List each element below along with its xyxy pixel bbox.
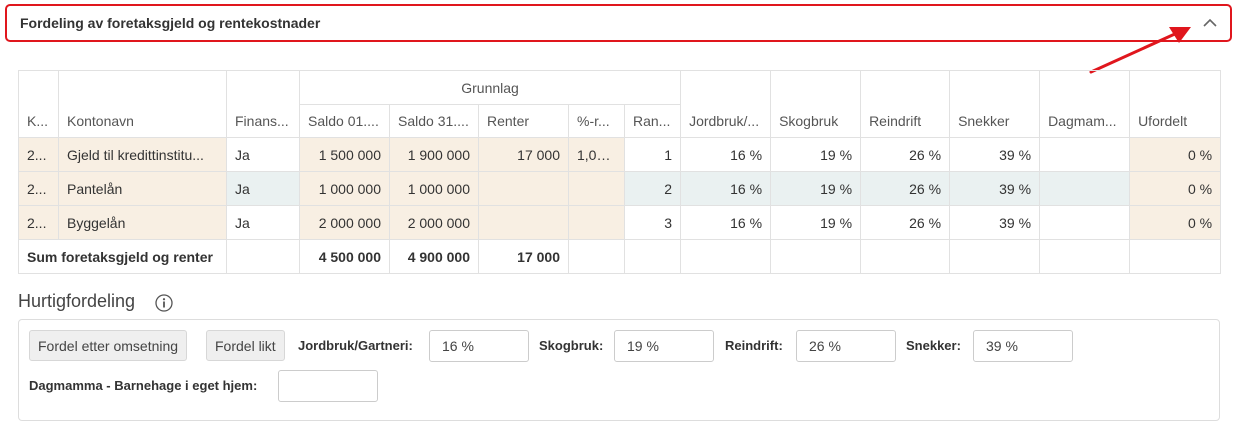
sum-dagmamma: [1039, 239, 1131, 274]
col-header-saldo31[interactable]: Saldo 31....: [389, 104, 479, 138]
cell-rangering[interactable]: 1: [623, 137, 682, 172]
cell-kontonavn: Pantelån: [58, 171, 227, 206]
col-header-saldo01[interactable]: Saldo 01....: [299, 104, 390, 138]
sum-skogbruk: [770, 239, 862, 274]
col-header-renter[interactable]: Renter: [478, 104, 569, 138]
fordel-likt-button[interactable]: Fordel likt: [206, 330, 285, 361]
cell-finans[interactable]: Ja: [226, 171, 300, 206]
sum-ufordelt: [1129, 239, 1222, 274]
snekker-input[interactable]: [973, 330, 1073, 362]
cell-reindrift[interactable]: 26 %: [860, 171, 951, 206]
cell-prosent-rente[interactable]: 1,00 %: [568, 137, 625, 172]
sum-saldo01: 4 500 000: [299, 239, 390, 274]
col-header-dagmamma[interactable]: Dagmam...: [1039, 70, 1131, 138]
cell-prosent-rente[interactable]: [568, 171, 625, 206]
skogbruk-label: Skogbruk:: [539, 338, 604, 353]
cell-dagmamma[interactable]: [1039, 171, 1131, 206]
cell-renter[interactable]: [478, 205, 569, 240]
reindrift-input[interactable]: [796, 330, 896, 362]
cell-konto: 2...: [18, 137, 59, 172]
cell-ufordelt: 0 %: [1129, 137, 1222, 172]
cell-saldo31[interactable]: 1 900 000: [389, 137, 479, 172]
col-header-rangering[interactable]: Ran...: [623, 104, 682, 138]
debt-distribution-table: K... Kontonavn Finans... Grunnlag Jordbr…: [18, 70, 1222, 274]
cell-kontonavn: Byggelån: [58, 205, 227, 240]
col-header-ufordelt[interactable]: Ufordelt: [1129, 70, 1222, 138]
hurtigfordeling-panel: Fordel etter omsetning Fordel likt Jordb…: [18, 319, 1220, 421]
cell-saldo31[interactable]: 1 000 000: [389, 171, 479, 206]
sum-rangering: [623, 239, 682, 274]
cell-prosent-rente[interactable]: [568, 205, 625, 240]
cell-skogbruk[interactable]: 19 %: [770, 171, 862, 206]
sum-jordbruk: [680, 239, 772, 274]
col-header-konto[interactable]: K...: [18, 70, 59, 138]
cell-rangering[interactable]: 3: [623, 205, 682, 240]
cell-ufordelt: 0 %: [1129, 205, 1222, 240]
sum-saldo31: 4 900 000: [389, 239, 479, 274]
cell-konto: 2...: [18, 171, 59, 206]
cell-finans[interactable]: Ja: [226, 137, 300, 172]
col-header-skogbruk[interactable]: Skogbruk: [770, 70, 862, 138]
reindrift-label: Reindrift:: [725, 338, 783, 353]
snekker-label: Snekker:: [906, 338, 961, 353]
cell-saldo31[interactable]: 2 000 000: [389, 205, 479, 240]
cell-saldo01[interactable]: 1 000 000: [299, 171, 390, 206]
cell-saldo01[interactable]: 1 500 000: [299, 137, 390, 172]
col-header-snekker[interactable]: Snekker: [949, 70, 1041, 138]
sum-snekker: [949, 239, 1041, 274]
col-header-finans[interactable]: Finans...: [226, 70, 300, 138]
dagmamma-label: Dagmamma - Barnehage i eget hjem:: [29, 378, 258, 393]
col-group-grunnlag: Grunnlag: [298, 70, 682, 105]
col-header-jordbruk[interactable]: Jordbruk/...: [680, 70, 772, 138]
dagmamma-input[interactable]: [278, 370, 378, 402]
cell-dagmamma[interactable]: [1039, 137, 1131, 172]
col-header-kontonavn[interactable]: Kontonavn: [58, 70, 227, 138]
sum-row: Sum foretaksgjeld og renter 4 500 000 4 …: [18, 239, 1222, 274]
table-row: 2... Gjeld til kredittinstitu... Ja 1 50…: [18, 137, 1222, 172]
cell-saldo01[interactable]: 2 000 000: [299, 205, 390, 240]
cell-jordbruk[interactable]: 16 %: [680, 137, 772, 172]
cell-konto: 2...: [18, 205, 59, 240]
col-header-prosent-rente[interactable]: %-r...: [568, 104, 625, 138]
sum-renter: 17 000: [478, 239, 569, 274]
cell-kontonavn: Gjeld til kredittinstitu...: [58, 137, 227, 172]
cell-snekker[interactable]: 39 %: [949, 137, 1041, 172]
cell-snekker[interactable]: 39 %: [949, 171, 1041, 206]
sum-label: Sum foretaksgjeld og renter: [18, 239, 227, 274]
cell-reindrift[interactable]: 26 %: [860, 205, 951, 240]
cell-snekker[interactable]: 39 %: [949, 205, 1041, 240]
section-header[interactable]: Fordeling av foretaksgjeld og rentekostn…: [5, 4, 1232, 42]
cell-jordbruk[interactable]: 16 %: [680, 205, 772, 240]
cell-finans[interactable]: Ja: [226, 205, 300, 240]
skogbruk-input[interactable]: [614, 330, 714, 362]
cell-dagmamma[interactable]: [1039, 205, 1131, 240]
sum-reindrift: [860, 239, 951, 274]
cell-reindrift[interactable]: 26 %: [860, 137, 951, 172]
sum-finans: [226, 239, 300, 274]
jordbruk-label: Jordbruk/Gartneri:: [298, 338, 413, 353]
table-row: 2... Pantelån Ja 1 000 000 1 000 000 2 1…: [18, 171, 1222, 206]
chevron-up-icon[interactable]: [1200, 13, 1220, 33]
fordel-etter-omsetning-button[interactable]: Fordel etter omsetning: [29, 330, 188, 361]
cell-jordbruk[interactable]: 16 %: [680, 171, 772, 206]
cell-skogbruk[interactable]: 19 %: [770, 137, 862, 172]
cell-renter[interactable]: 17 000: [478, 137, 569, 172]
cell-rangering[interactable]: 2: [623, 171, 682, 206]
cell-skogbruk[interactable]: 19 %: [770, 205, 862, 240]
col-header-reindrift[interactable]: Reindrift: [860, 70, 951, 138]
jordbruk-input[interactable]: [429, 330, 529, 362]
hurtigfordeling-title: Hurtigfordeling: [18, 291, 136, 311]
section-title: Fordeling av foretaksgjeld og rentekostn…: [20, 15, 321, 31]
table-row: 2... Byggelån Ja 2 000 000 2 000 000 3 1…: [18, 205, 1222, 240]
cell-renter[interactable]: [478, 171, 569, 206]
info-icon[interactable]: [155, 294, 173, 312]
cell-ufordelt: 0 %: [1129, 171, 1222, 206]
sum-prosent-rente: [568, 239, 625, 274]
